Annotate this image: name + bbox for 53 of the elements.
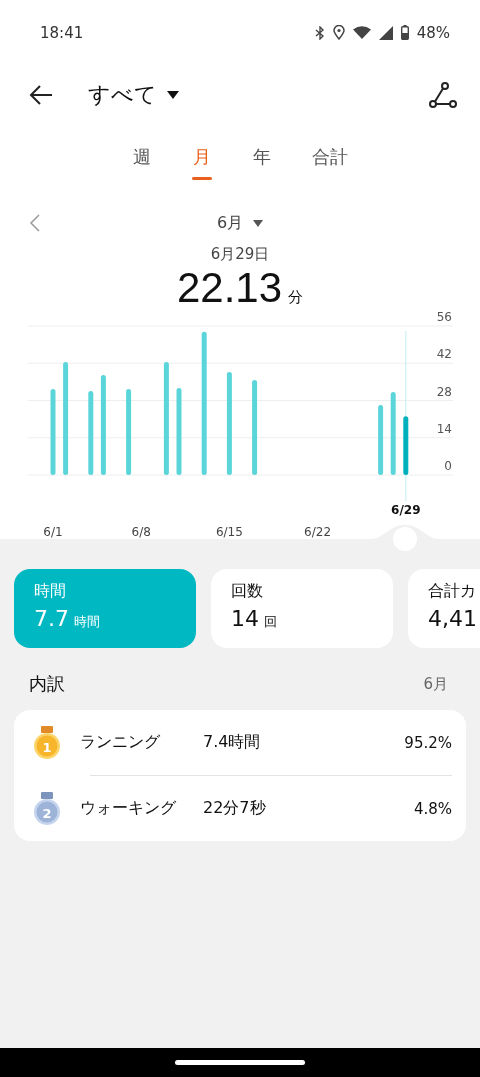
battery-level: 48% — [416, 23, 450, 42]
selected-date: 6月29日 — [209, 245, 271, 264]
medal-icon — [32, 791, 62, 826]
axis-tick-label: 42 — [436, 347, 452, 362]
location-icon — [332, 25, 345, 40]
period-tab[interactable]: 合計 — [308, 145, 352, 185]
activity-name: ウォーキング — [80, 798, 177, 819]
axis-tick-label: 6/22 — [304, 525, 332, 539]
rank-number: 1 — [41, 739, 53, 756]
activity-duration: 7.4時間 — [203, 732, 262, 753]
activity-duration: 22分7秒 — [203, 798, 267, 819]
period-tab[interactable]: 月 — [188, 145, 216, 185]
activity-share: 95.2% — [404, 733, 452, 752]
activity-share: 4.8% — [413, 799, 452, 818]
bar — [378, 405, 384, 475]
axis-tick-label: 0 — [444, 459, 452, 473]
axis-tick-label: 6/8 — [131, 525, 151, 539]
medal-icon — [32, 725, 62, 760]
battery-icon — [400, 25, 409, 40]
summary-card[interactable]: 回数 14 回 — [211, 569, 393, 648]
axis-tick-label: 28 — [436, 384, 452, 399]
caret-icon[interactable] — [253, 219, 264, 227]
bluetooth-icon — [314, 25, 325, 40]
month-selector[interactable]: 6月 — [216, 212, 244, 234]
card-value: 14 — [231, 606, 259, 631]
wifi-icon — [352, 26, 371, 39]
card-label: 合計カ — [428, 581, 477, 602]
section-title: 内訳 — [29, 672, 65, 696]
clock: 18:41 — [40, 23, 85, 42]
selected-value: 22.13 — [176, 264, 283, 312]
selected-date-label: 6/29 — [391, 503, 421, 517]
card-label: 回数 — [231, 581, 264, 602]
card-unit: 回 — [264, 613, 277, 631]
activity-name: ランニング — [80, 732, 161, 753]
axis-tick-label: 6/1 — [43, 525, 63, 539]
page-title[interactable]: すべて — [88, 80, 157, 110]
section-period: 6月 — [423, 674, 448, 694]
route-icon[interactable] — [428, 80, 458, 110]
card-value: 4,41 — [428, 606, 477, 631]
rank-number: 2 — [41, 805, 53, 822]
card-value: 7.7 — [34, 606, 69, 631]
summary-card[interactable]: 合計カ 4,41 — [408, 569, 480, 648]
card-unit: 時間 — [74, 613, 100, 631]
period-tab[interactable]: 週 — [128, 145, 156, 185]
card-label: 時間 — [34, 581, 67, 602]
axis-tick-label: 6/15 — [215, 525, 243, 539]
caret-icon[interactable] — [167, 91, 179, 99]
axis-tick-label: 14 — [436, 421, 452, 436]
signal-icon — [378, 25, 393, 40]
bar — [403, 416, 409, 475]
axis-tick-label: 56 — [436, 310, 452, 324]
value-unit: 分 — [288, 288, 304, 307]
period-tab[interactable]: 年 — [248, 145, 276, 185]
